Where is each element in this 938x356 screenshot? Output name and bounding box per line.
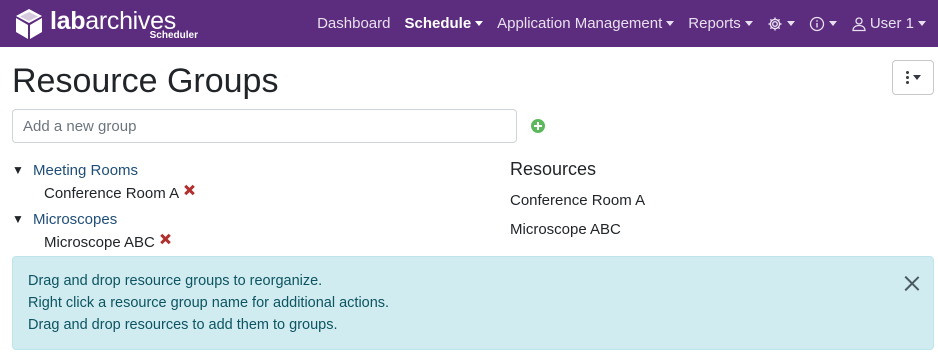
- nav-dashboard-label: Dashboard: [317, 15, 391, 32]
- kebab-menu-icon: [905, 71, 909, 84]
- nav-app-management-label: Application Management: [497, 15, 663, 32]
- group-row-microscopes[interactable]: ▼ Microscopes: [12, 210, 492, 228]
- resource-item[interactable]: Conference Room A: [510, 192, 645, 221]
- group-item[interactable]: Microscope ABC: [44, 233, 492, 251]
- info-icon: [809, 16, 824, 31]
- user-icon: [852, 16, 866, 31]
- nav-schedule-label: Schedule: [404, 15, 472, 32]
- chevron-down-icon: [475, 21, 484, 26]
- nav-dashboard[interactable]: Dashboard: [310, 0, 397, 47]
- group-item[interactable]: Conference Room A: [44, 184, 492, 202]
- group-row-meeting-rooms[interactable]: ▼ Meeting Rooms: [12, 161, 492, 179]
- plus-circle-icon[interactable]: [531, 119, 545, 133]
- brand-wordmark: labarchives Scheduler: [50, 8, 200, 41]
- brand-logo[interactable]: labarchives Scheduler: [14, 8, 200, 41]
- chevron-down-icon: [666, 21, 675, 26]
- chevron-down-icon: [744, 21, 753, 26]
- chevron-down-icon: [918, 21, 926, 26]
- group-item-label: Conference Room A: [44, 184, 180, 202]
- main-nav: Dashboard Schedule Application Managemen…: [310, 0, 938, 47]
- triangle-down-icon[interactable]: ▼: [12, 163, 26, 177]
- nav-user-menu[interactable]: User 1: [844, 0, 938, 47]
- brand-subtitle: Scheduler: [149, 30, 198, 41]
- nav-application-management[interactable]: Application Management: [490, 0, 681, 47]
- nav-reports[interactable]: Reports: [681, 0, 760, 47]
- chevron-down-icon: [912, 75, 921, 80]
- add-group-input[interactable]: [12, 109, 517, 143]
- nav-settings[interactable]: [760, 0, 802, 47]
- info-alert: Drag and drop resource groups to reorgan…: [12, 256, 934, 350]
- alert-line: Drag and drop resources to add them to g…: [28, 317, 338, 333]
- group-name[interactable]: Microscopes: [33, 211, 117, 228]
- alert-line: Drag and drop resource groups to reorgan…: [28, 273, 323, 289]
- cube-logo-icon: [16, 9, 42, 39]
- gear-icon: [768, 17, 782, 30]
- triangle-down-icon[interactable]: ▼: [12, 212, 26, 226]
- remove-x-icon[interactable]: [184, 185, 194, 195]
- group-name[interactable]: Meeting Rooms: [33, 162, 138, 179]
- resources-heading: Resources: [510, 159, 597, 179]
- alert-line: Right click a resource group name for ad…: [28, 295, 390, 311]
- group-item-label: Microscope ABC: [44, 233, 155, 251]
- resources-list: Conference Room A Microscope ABC: [510, 192, 645, 250]
- page-title: Resource Groups: [12, 62, 279, 100]
- resource-group-tree: ▼ Meeting Rooms Conference Room A ▼ Micr…: [12, 161, 492, 259]
- nav-schedule[interactable]: Schedule: [397, 0, 490, 47]
- close-icon[interactable]: [902, 273, 922, 293]
- page-actions-button[interactable]: [892, 60, 934, 95]
- chevron-down-icon: [786, 21, 795, 26]
- nav-reports-label: Reports: [688, 15, 741, 32]
- remove-x-icon[interactable]: [160, 234, 170, 244]
- resource-item[interactable]: Microscope ABC: [510, 221, 645, 250]
- nav-info[interactable]: [802, 0, 844, 47]
- top-navbar: labarchives Scheduler Dashboard Schedule…: [0, 0, 938, 47]
- nav-user-label: User 1: [869, 15, 914, 32]
- chevron-down-icon: [828, 21, 837, 26]
